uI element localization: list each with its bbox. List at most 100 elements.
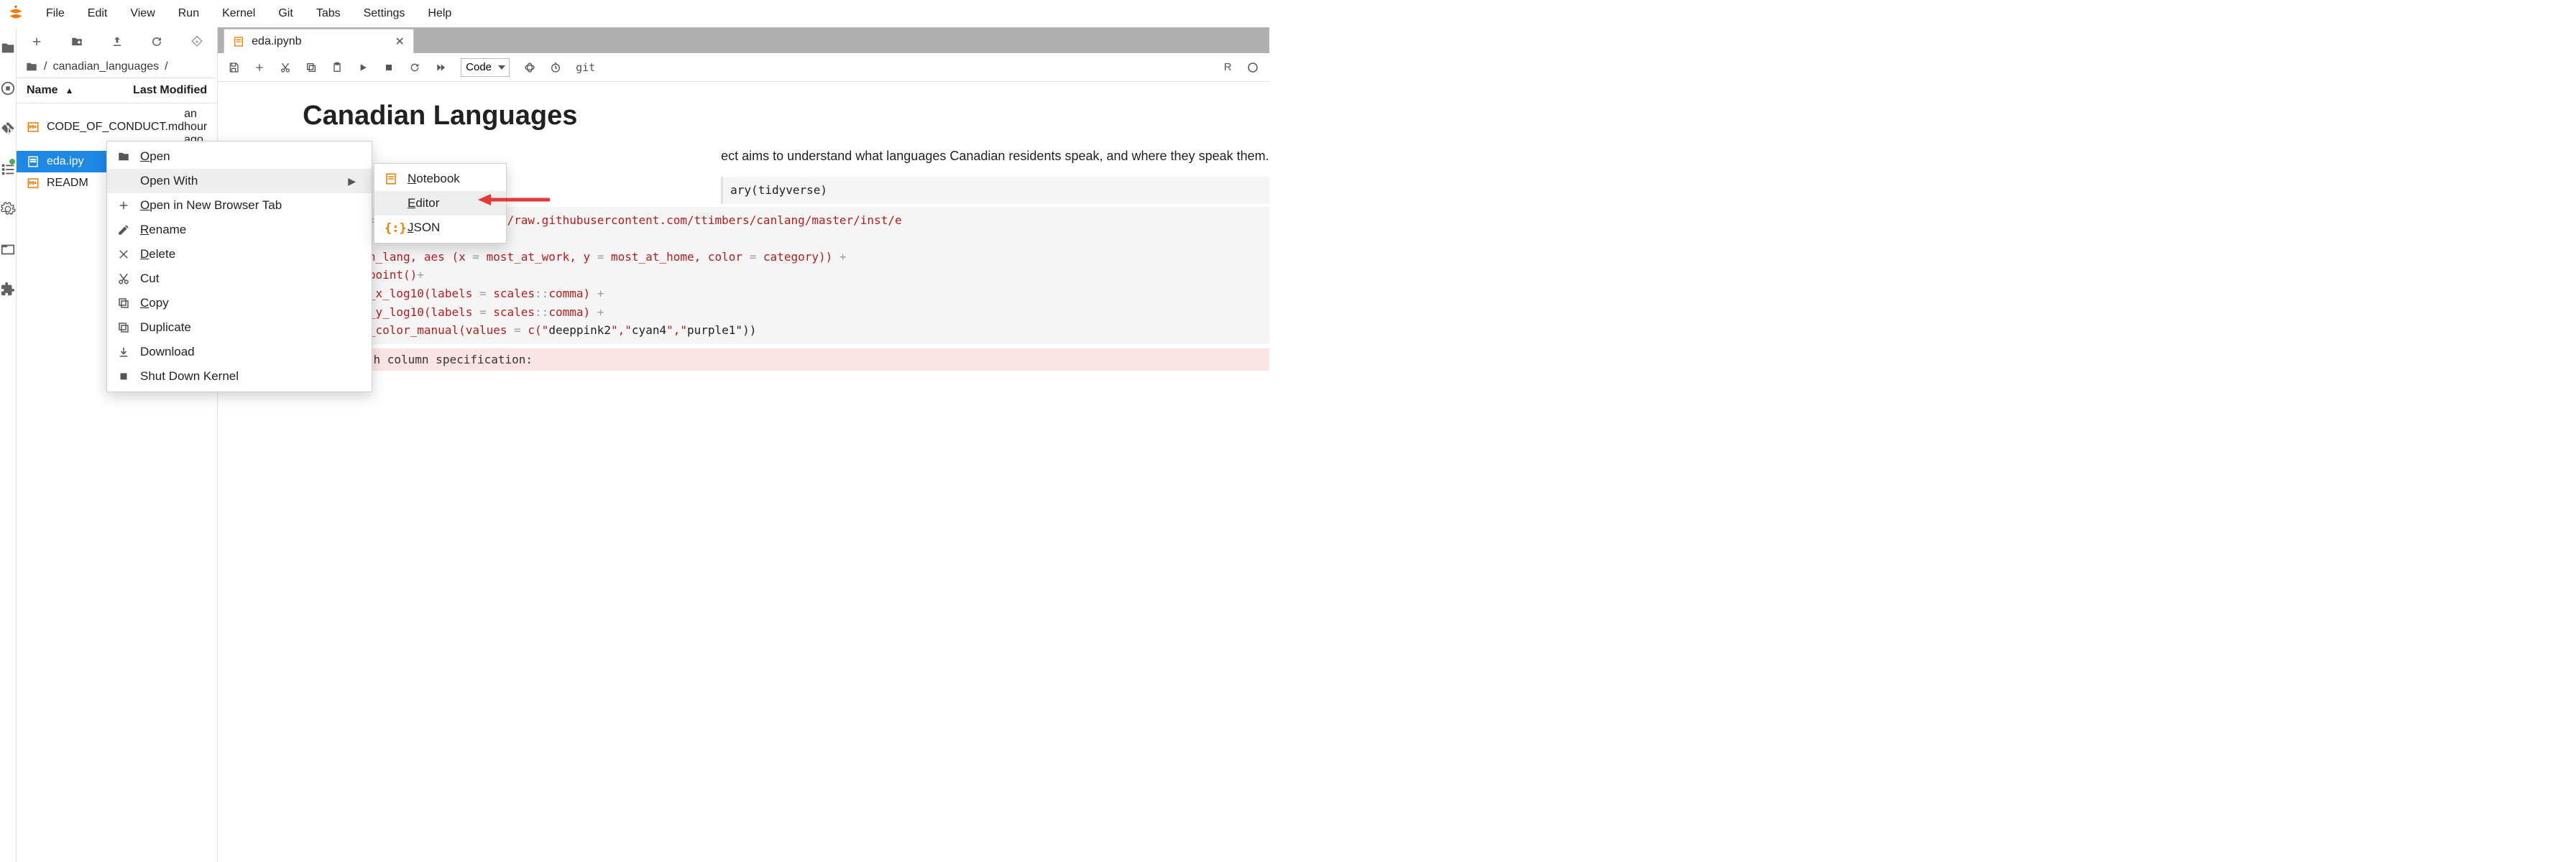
ctx-copy[interactable]: Copy	[107, 291, 372, 315]
copy-icon	[117, 321, 130, 334]
timer-icon[interactable]	[550, 62, 561, 73]
main-area: eda.ipynb ✕ Code	[218, 27, 1269, 862]
filebrowser-toolbar	[17, 27, 217, 56]
refresh-icon[interactable]	[150, 35, 163, 48]
file-name: READM	[47, 177, 88, 190]
copy-icon[interactable]	[305, 62, 317, 73]
cut-icon[interactable]	[280, 62, 291, 73]
notebook-icon	[27, 155, 40, 168]
save-icon[interactable]	[228, 62, 239, 73]
variable-inspector-icon[interactable]	[524, 62, 535, 73]
jupyter-logo	[6, 4, 26, 24]
upload-icon[interactable]	[111, 35, 124, 48]
page-title: Canadian Languages	[303, 101, 1269, 131]
celltype-select[interactable]: Code	[461, 58, 510, 77]
download-icon	[117, 346, 130, 358]
chevron-right-icon: ▶	[348, 175, 356, 187]
pencil-icon	[117, 223, 130, 236]
filetable-header[interactable]: Name ▲ Last Modified	[17, 78, 217, 103]
notebook-toolbar: Code git R	[218, 53, 1269, 82]
description-text: ect aims to understand what languages Ca…	[721, 149, 1269, 164]
tab-label: eda.ipynb	[252, 35, 301, 48]
folder-icon	[117, 150, 130, 163]
submenu-label: JSON	[408, 221, 440, 235]
run-icon[interactable]	[357, 62, 369, 73]
ctx-rename[interactable]: Rename	[107, 218, 372, 242]
menu-file[interactable]: File	[36, 3, 75, 24]
restart-icon[interactable]	[409, 62, 420, 73]
header-name[interactable]: Name	[27, 84, 58, 97]
menubar: File Edit View Run Kernel Git Tabs Setti…	[0, 0, 1121, 27]
running-icon[interactable]	[0, 80, 16, 96]
ctx-label: Copy	[140, 296, 169, 310]
ctx-cut[interactable]: Cut	[107, 267, 372, 291]
git-button[interactable]: git	[576, 61, 595, 74]
extension-icon[interactable]	[0, 282, 16, 297]
header-modified[interactable]: Last Modified	[133, 84, 207, 97]
menu-run[interactable]: Run	[168, 3, 209, 24]
markdown-icon	[27, 121, 40, 134]
stop-icon[interactable]	[383, 62, 395, 73]
settings-icon[interactable]	[0, 201, 16, 217]
ctx-shutdown-kernel[interactable]: Shut Down Kernel	[107, 364, 372, 389]
ctx-label: Download	[140, 345, 195, 359]
folder-icon	[25, 60, 38, 73]
ctx-label: Cut	[140, 272, 159, 286]
new-folder-icon[interactable]	[70, 35, 83, 48]
ctx-duplicate[interactable]: Duplicate	[107, 315, 372, 340]
close-icon[interactable]: ✕	[309, 34, 405, 49]
ctx-download[interactable]: Download	[107, 340, 372, 364]
annotation-arrow	[478, 191, 550, 208]
dirty-indicator-icon	[9, 159, 15, 164]
ctx-label: Duplicate	[140, 320, 191, 335]
menu-tabs[interactable]: Tabs	[306, 3, 351, 24]
tab-eda[interactable]: eda.ipynb ✕	[224, 29, 414, 53]
activity-rail	[0, 27, 17, 862]
menu-view[interactable]: View	[120, 3, 165, 24]
ctx-label: Open With	[140, 174, 198, 188]
git-icon[interactable]	[0, 121, 16, 136]
plus-icon	[117, 199, 130, 212]
ctx-label: Rename	[140, 223, 186, 237]
submenu-label: Editor	[408, 196, 439, 210]
ctx-delete[interactable]: Delete	[107, 242, 372, 267]
menu-kernel[interactable]: Kernel	[212, 3, 265, 24]
sort-asc-icon: ▲	[65, 85, 74, 96]
submenu-label: Notebook	[408, 172, 460, 186]
notebook-icon	[233, 36, 244, 47]
ctx-label: Open in New Browser Tab	[140, 198, 282, 213]
add-cell-icon[interactable]	[254, 62, 265, 73]
restart-run-all-icon[interactable]	[435, 62, 446, 73]
tabstrip: eda.ipynb ✕	[218, 27, 1269, 53]
cell-source[interactable]: ary(tidyverse)	[721, 177, 1269, 204]
markdown-icon	[27, 177, 40, 190]
ctx-open[interactable]: Open	[107, 144, 372, 169]
notebook-icon	[385, 172, 397, 185]
breadcrumb[interactable]: / canadian_languages /	[17, 56, 217, 78]
openwith-json[interactable]: {:} JSON	[374, 216, 506, 240]
x-icon	[117, 248, 130, 261]
tabs-icon[interactable]	[0, 241, 16, 257]
breadcrumb-segment[interactable]: canadian_languages	[52, 60, 159, 73]
menu-edit[interactable]: Edit	[78, 3, 118, 24]
cut-icon	[117, 272, 130, 285]
ctx-open-browser-tab[interactable]: Open in New Browser Tab	[107, 193, 372, 218]
breadcrumb-sep: /	[165, 60, 167, 73]
ctx-open-with[interactable]: Open With ▶	[107, 169, 372, 193]
menu-help[interactable]: Help	[418, 3, 461, 24]
json-icon: {:}	[385, 221, 397, 234]
stderr-output: Parsed with column specification:	[297, 348, 1269, 371]
menu-settings[interactable]: Settings	[354, 3, 415, 24]
ctx-label: Shut Down Kernel	[140, 369, 239, 384]
copy-icon	[117, 297, 130, 310]
menu-git[interactable]: Git	[268, 3, 303, 24]
file-name: CODE_OF_CONDUCT.md	[47, 121, 184, 134]
file-name: eda.ipy	[47, 155, 84, 168]
paste-icon[interactable]	[331, 62, 343, 73]
new-launcher-icon[interactable]	[30, 35, 43, 48]
openwith-notebook[interactable]: Notebook	[374, 167, 506, 191]
kernel-status-icon[interactable]	[1246, 61, 1259, 74]
filebrowser-icon[interactable]	[0, 40, 16, 56]
git-clone-icon[interactable]	[190, 35, 203, 48]
kernel-name[interactable]: R	[1224, 61, 1232, 73]
